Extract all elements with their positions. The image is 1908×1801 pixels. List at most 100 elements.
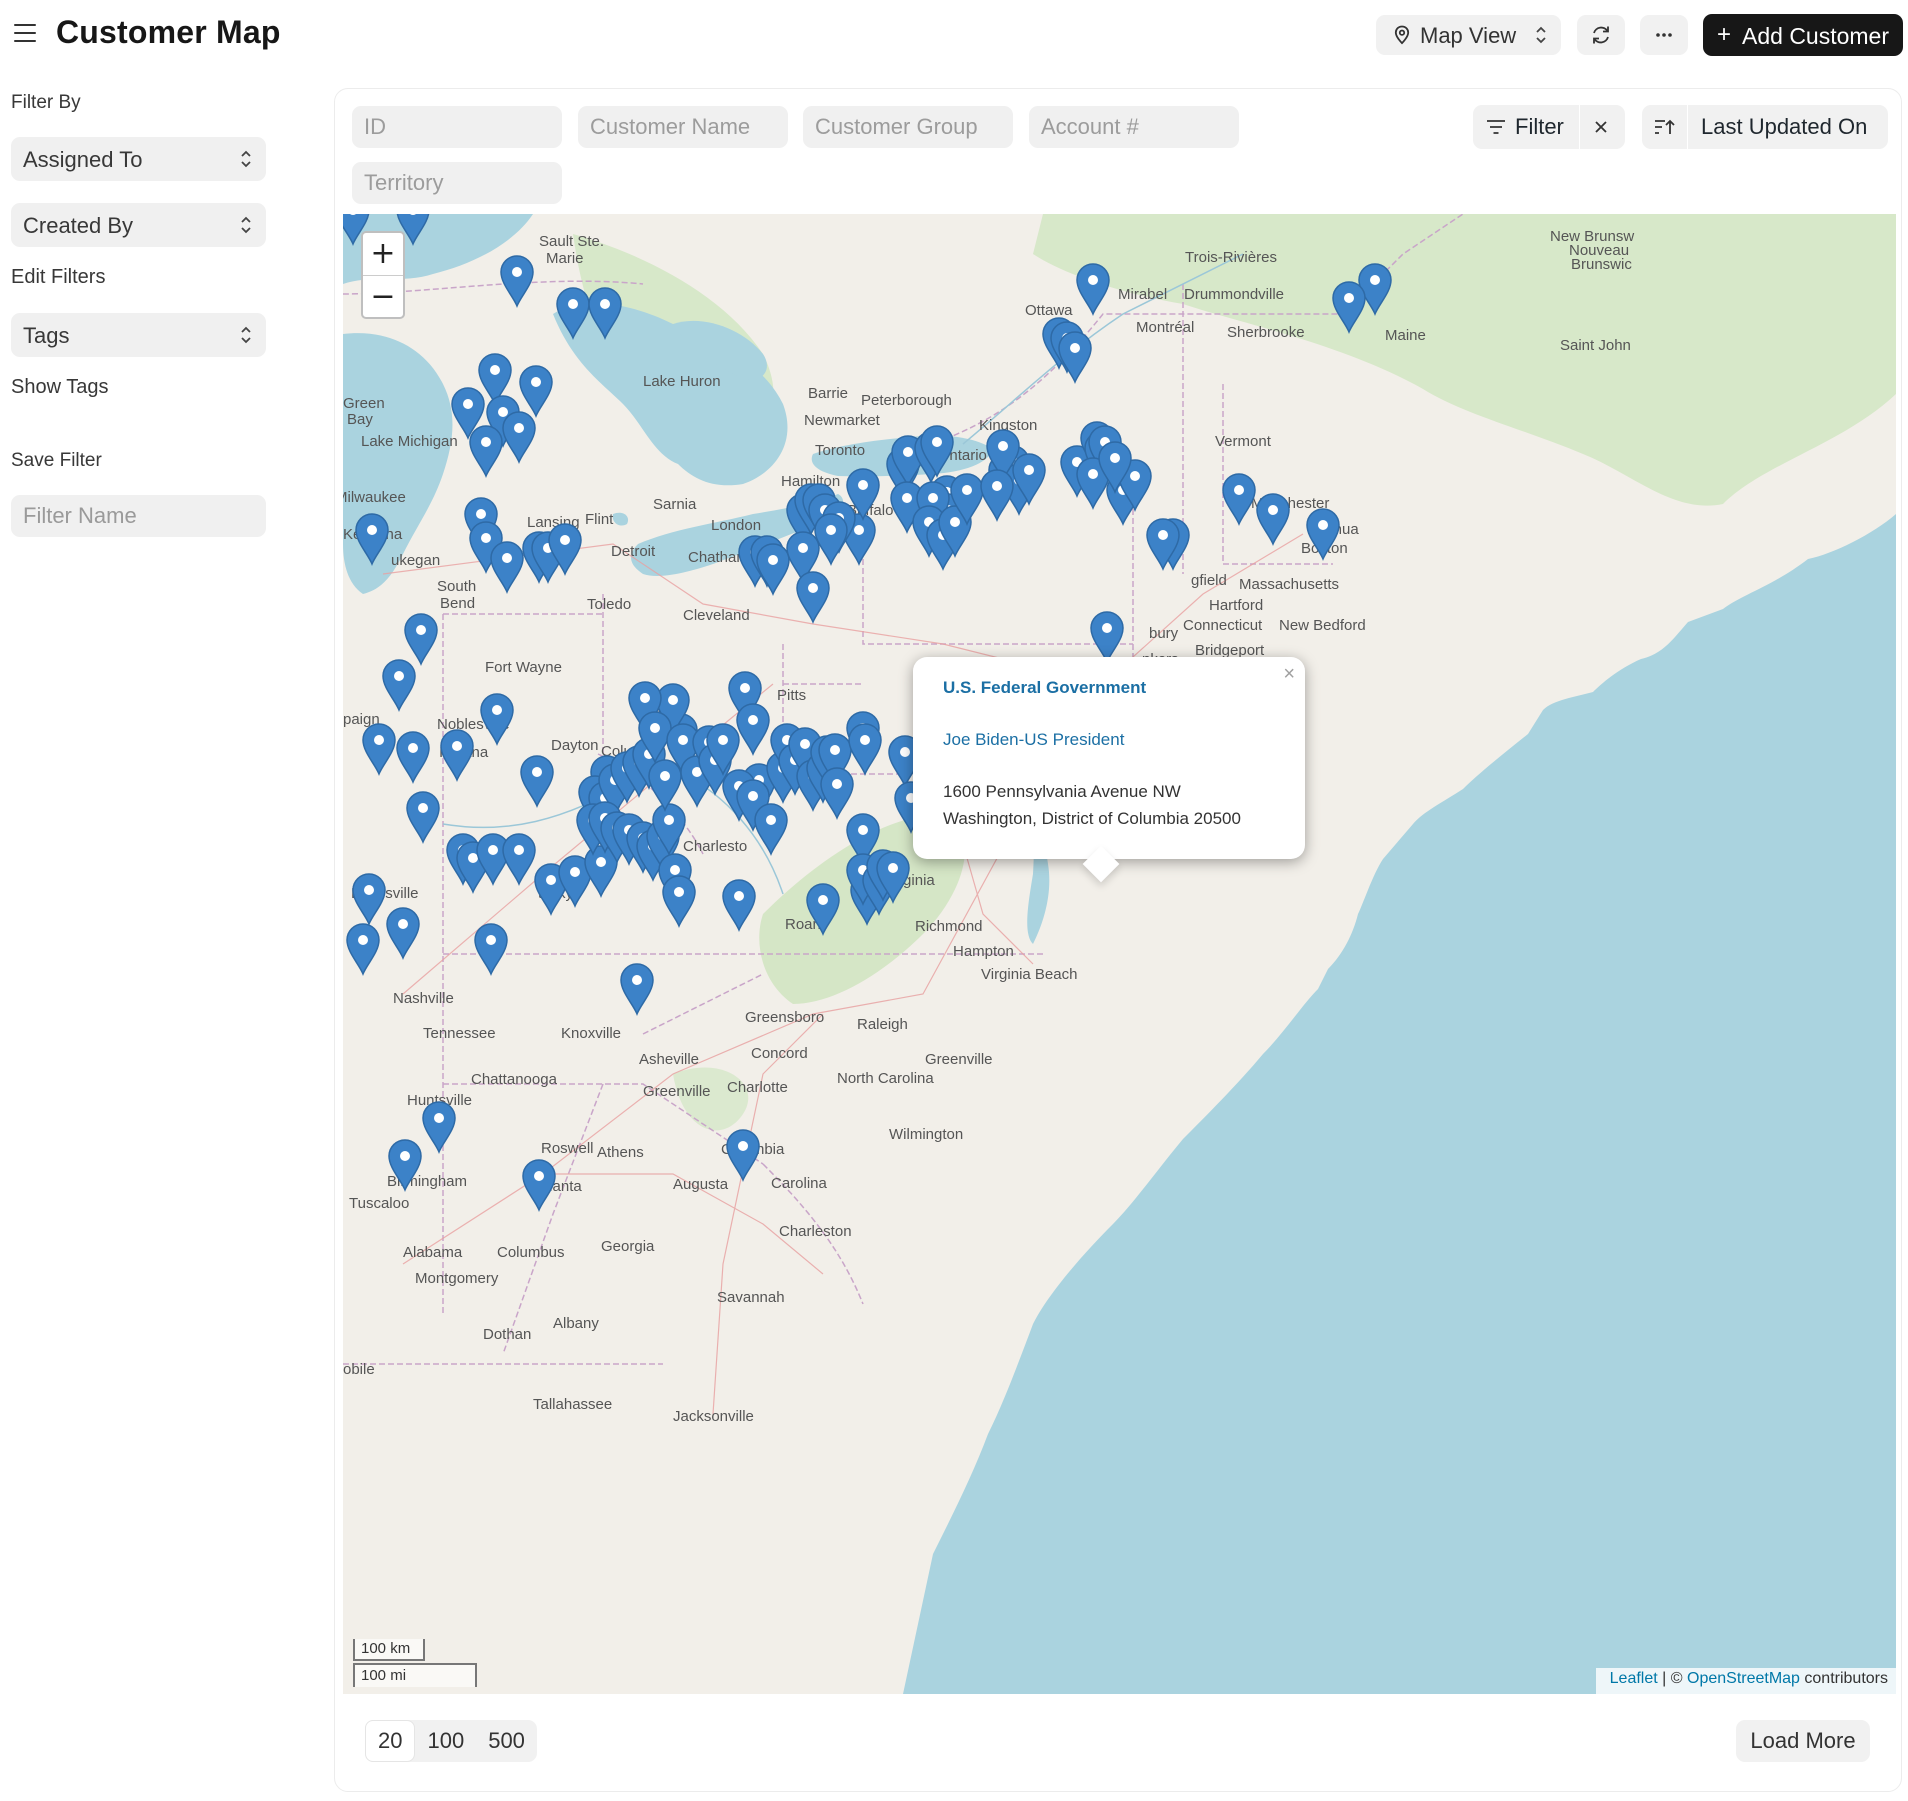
customer-group-filter-input[interactable] xyxy=(803,106,1013,148)
map-place-label: Sherbrooke xyxy=(1227,324,1305,341)
chevron-updown-icon xyxy=(1536,26,1546,44)
map-place-label: Georgia xyxy=(601,1238,655,1255)
territory-filter-input[interactable] xyxy=(352,162,562,204)
map-place-label: Barrie xyxy=(808,385,848,402)
map-place-label: Toronto xyxy=(815,442,865,459)
zoom-in-button[interactable]: + xyxy=(363,233,403,276)
filter-by-heading: Filter By xyxy=(11,92,81,113)
ellipsis-icon xyxy=(1656,33,1672,37)
map-place-label: Tuscaloo xyxy=(349,1195,409,1212)
map-place-label: Vermont xyxy=(1215,433,1272,450)
zoom-control: + − xyxy=(361,231,405,319)
map-place-label: Detroit xyxy=(611,543,656,560)
plus-icon: + xyxy=(1717,21,1732,48)
map-place-label: Columbus xyxy=(497,1244,565,1261)
popup-address-line1: 1600 Pennsylvania Avenue NW xyxy=(943,782,1181,801)
customer-popup: × U.S. Federal Government Joe Biden-US P… xyxy=(913,657,1305,883)
filter-button[interactable]: Filter xyxy=(1473,105,1625,149)
map-place-label: Milwaukee xyxy=(343,489,406,506)
map-place-label: Bend xyxy=(440,595,475,612)
customer-map[interactable]: Sault Ste. Marie Ottawa Montréal Trois-Riviè… xyxy=(343,214,1896,1694)
map-place-label: Athens xyxy=(597,1144,644,1161)
map-place-label: Tallahassee xyxy=(533,1396,612,1413)
map-place-label: Albany xyxy=(553,1315,599,1332)
map-place-label: Sarnia xyxy=(653,496,697,513)
id-filter-input[interactable] xyxy=(352,106,562,148)
map-place-label: Tennessee xyxy=(423,1025,496,1042)
zoom-out-button[interactable]: − xyxy=(363,276,403,318)
load-more-button[interactable]: Load More xyxy=(1736,1720,1870,1762)
map-place-label: Bay xyxy=(347,411,373,428)
refresh-button[interactable] xyxy=(1577,15,1625,55)
sort-button[interactable]: Last Updated On xyxy=(1642,105,1888,149)
map-place-label: Sault Ste. xyxy=(539,233,604,250)
map-place-label: obile xyxy=(343,1361,375,1378)
map-place-label: Drummondville xyxy=(1184,286,1284,303)
map-place-label: London xyxy=(711,517,761,534)
tags-select[interactable]: Tags xyxy=(11,313,266,357)
map-place-label: New Bedford xyxy=(1279,617,1366,634)
map-place-label: Nashville xyxy=(393,990,454,1007)
map-place-label: bury xyxy=(1149,625,1179,642)
map-place-label: Jacksonville xyxy=(673,1408,754,1425)
popup-close-button[interactable]: × xyxy=(1283,663,1295,686)
created-by-label: Created By xyxy=(23,213,134,238)
map-place-label: Greenville xyxy=(643,1083,711,1100)
map-attribution: Leaflet | © OpenStreetMap contributors xyxy=(1595,1668,1896,1694)
page-size-100[interactable]: 100 xyxy=(415,1720,476,1762)
map-place-label: Newmarket xyxy=(804,412,881,429)
sort-order-icon[interactable] xyxy=(1654,117,1676,137)
view-switcher[interactable]: Map View xyxy=(1376,15,1561,55)
popup-customer-link[interactable]: U.S. Federal Government xyxy=(943,678,1146,698)
map-place-label: Maine xyxy=(1385,327,1426,344)
map-place-label: Dayton xyxy=(551,737,599,754)
map-place-label: Peterborough xyxy=(861,392,952,409)
save-filter-heading: Save Filter xyxy=(11,450,102,471)
map-basemap: Sault Ste.Marie Ottawa Montréal Trois-Riviè… xyxy=(343,214,1896,1694)
openstreetmap-link[interactable]: OpenStreetMap xyxy=(1687,1670,1800,1687)
refresh-icon xyxy=(1593,26,1609,44)
created-by-select[interactable]: Created By xyxy=(11,203,266,247)
page-size-selector: 20 100 500 xyxy=(365,1720,537,1762)
chevron-updown-icon xyxy=(241,216,251,234)
map-place-label: Brunswic xyxy=(1571,256,1632,273)
assigned-to-select[interactable]: Assigned To xyxy=(11,137,266,181)
map-pin-icon xyxy=(1394,25,1410,45)
page-size-500[interactable]: 500 xyxy=(476,1720,537,1762)
map-place-label: Richmond xyxy=(915,918,983,935)
filter-name-input[interactable] xyxy=(11,495,266,537)
popup-contact-link[interactable]: Joe Biden-US President xyxy=(943,730,1124,750)
more-options-button[interactable] xyxy=(1640,15,1688,55)
menu-icon[interactable] xyxy=(14,22,38,44)
clear-filter-icon[interactable] xyxy=(1594,120,1608,134)
tags-label: Tags xyxy=(23,323,70,348)
map-place-label: Fort Wayne xyxy=(485,659,562,676)
map-place-label: Hartford xyxy=(1209,597,1263,614)
edit-filters-link[interactable]: Edit Filters xyxy=(11,266,105,289)
map-place-label: Mirabel xyxy=(1118,286,1167,303)
map-place-label: North Carolina xyxy=(837,1070,934,1087)
map-place-label: Asheville xyxy=(639,1051,699,1068)
map-place-label: ukegan xyxy=(391,552,440,569)
map-place-label: Alabama xyxy=(403,1244,463,1261)
map-place-label: Concord xyxy=(751,1045,808,1062)
map-place-label: Flint xyxy=(585,511,614,528)
account-filter-input[interactable] xyxy=(1029,106,1239,148)
map-place-label: Virginia Beach xyxy=(981,966,1077,983)
map-place-label: Lake Huron xyxy=(643,373,721,390)
map-place-label: Greenville xyxy=(925,1051,993,1068)
page-size-20[interactable]: 20 xyxy=(365,1720,416,1762)
sidebar: Filter By Assigned To Created By Edit Fi… xyxy=(0,72,290,672)
map-place-label: Augusta xyxy=(673,1176,729,1193)
map-place-label: Chattanooga xyxy=(471,1071,558,1088)
map-place-label: Carolina xyxy=(771,1175,828,1192)
map-place-label: Hampton xyxy=(953,943,1014,960)
map-place-label: Charleston xyxy=(779,1223,852,1240)
map-place-label: Greensboro xyxy=(745,1009,824,1026)
map-place-label: Wilmington xyxy=(889,1126,963,1143)
show-tags-link[interactable]: Show Tags xyxy=(11,376,108,399)
map-place-label: Charlesto xyxy=(683,838,747,855)
customer-name-filter-input[interactable] xyxy=(578,106,788,148)
leaflet-link[interactable]: Leaflet xyxy=(1610,1670,1658,1687)
add-customer-button[interactable]: + Add Customer xyxy=(1703,14,1903,56)
